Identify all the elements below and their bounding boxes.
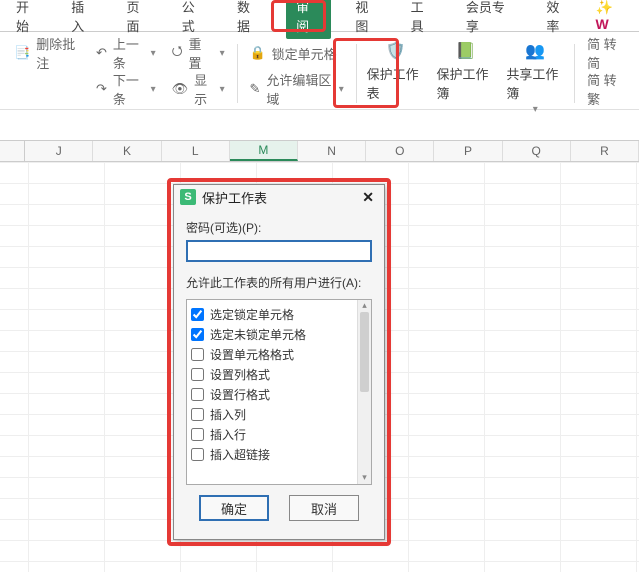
- column-header-O[interactable]: O: [366, 141, 434, 161]
- permissions-listbox: 选定锁定单元格选定未锁定单元格设置单元格格式设置列格式设置行格式插入列插入行插入…: [186, 299, 372, 485]
- cancel-button[interactable]: 取消: [289, 495, 359, 521]
- password-input[interactable]: [186, 240, 372, 262]
- permission-option[interactable]: 选定未锁定单元格: [191, 324, 367, 344]
- permission-label: 设置单元格格式: [210, 346, 294, 363]
- permission-checkbox[interactable]: [191, 448, 204, 461]
- convert-trad-button[interactable]: 简 转繁: [587, 74, 625, 104]
- delete-annotations-button[interactable]: 📑删除批注: [14, 38, 80, 68]
- prev-comment-button[interactable]: ↶上一条▾: [96, 38, 156, 68]
- scroll-down-arrow[interactable]: ▾: [358, 472, 371, 484]
- column-header-M[interactable]: M: [230, 141, 298, 161]
- next-comment-button[interactable]: ↷下一条▾: [96, 74, 156, 104]
- ribbon-tabbar: 开始插入页面公式数据审阅视图工具会员专享效率✨ W: [0, 0, 639, 32]
- permission-label: 选定未锁定单元格: [210, 326, 306, 343]
- permission-label: 插入行: [210, 426, 246, 443]
- permission-option[interactable]: 设置行格式: [191, 384, 367, 404]
- show-button[interactable]: 👁显示▾: [172, 74, 225, 104]
- protect-sheet-button[interactable]: 🛡️ 保护工作表: [361, 38, 431, 104]
- column-headers: JKLMNOPQR: [0, 140, 639, 162]
- permission-option[interactable]: 设置列格式: [191, 364, 367, 384]
- permission-option[interactable]: 设置单元格格式: [191, 344, 367, 364]
- permission-label: 插入超链接: [210, 446, 270, 463]
- permission-option[interactable]: 插入超链接: [191, 444, 367, 464]
- app-logo-icon: S: [180, 189, 196, 205]
- permission-checkbox[interactable]: [191, 348, 204, 361]
- listbox-scrollbar[interactable]: ▴ ▾: [357, 300, 371, 484]
- permission-option[interactable]: 选定锁定单元格: [191, 304, 367, 324]
- column-header-L[interactable]: L: [162, 141, 230, 161]
- permission-label: 设置行格式: [210, 386, 270, 403]
- column-header-N[interactable]: N: [298, 141, 366, 161]
- convert-simp-button[interactable]: 简 转简: [587, 38, 625, 68]
- scroll-up-arrow[interactable]: ▴: [358, 300, 371, 312]
- scroll-thumb[interactable]: [360, 312, 369, 392]
- reset-button[interactable]: ⭯重置▾: [172, 38, 225, 68]
- permission-label: 设置列格式: [210, 366, 270, 383]
- dialog-title: 保护工作表: [202, 188, 267, 207]
- allow-edit-ranges-button[interactable]: ✎允许编辑区域▾: [249, 74, 343, 104]
- permission-checkbox[interactable]: [191, 388, 204, 401]
- password-label: 密码(可选)(P):: [186, 219, 372, 236]
- dialog-titlebar: S 保护工作表 ✕: [174, 185, 384, 209]
- allow-users-label: 允许此工作表的所有用户进行(A):: [186, 274, 372, 291]
- protect-sheet-dialog: S 保护工作表 ✕ 密码(可选)(P): 允许此工作表的所有用户进行(A): 选…: [173, 184, 385, 540]
- column-header-P[interactable]: P: [434, 141, 502, 161]
- share-workbook-icon: 👥: [524, 40, 546, 62]
- column-header-K[interactable]: K: [93, 141, 161, 161]
- permission-option[interactable]: 插入行: [191, 424, 367, 444]
- permission-label: 插入列: [210, 406, 246, 423]
- column-header-J[interactable]: J: [25, 141, 93, 161]
- protect-workbook-icon: 📗: [454, 40, 476, 62]
- protect-sheet-icon: 🛡️: [385, 40, 407, 62]
- permission-checkbox[interactable]: [191, 328, 204, 341]
- dialog-close-button[interactable]: ✕: [358, 189, 378, 206]
- column-header-R[interactable]: R: [571, 141, 639, 161]
- column-header-Q[interactable]: Q: [503, 141, 571, 161]
- permission-checkbox[interactable]: [191, 368, 204, 381]
- permission-checkbox[interactable]: [191, 308, 204, 321]
- lock-cells-button[interactable]: 🔒锁定单元格: [249, 38, 343, 68]
- select-all-corner[interactable]: [0, 141, 25, 161]
- permission-checkbox[interactable]: [191, 428, 204, 441]
- permission-label: 选定锁定单元格: [210, 306, 294, 323]
- permission-option[interactable]: 插入列: [191, 404, 367, 424]
- protect-workbook-button[interactable]: 📗 保护工作簿: [430, 38, 500, 104]
- share-workbook-button[interactable]: 👥 共享工作簿▾: [500, 38, 570, 117]
- permission-checkbox[interactable]: [191, 408, 204, 421]
- ribbon: 📑删除批注 ↶上一条▾ ↷下一条▾ ⭯重置▾ 👁显示▾ 🔒锁定单元格 ✎允许编辑…: [0, 32, 639, 110]
- app-brand-icon: ✨ W: [596, 0, 630, 32]
- ok-button[interactable]: 确定: [199, 495, 269, 521]
